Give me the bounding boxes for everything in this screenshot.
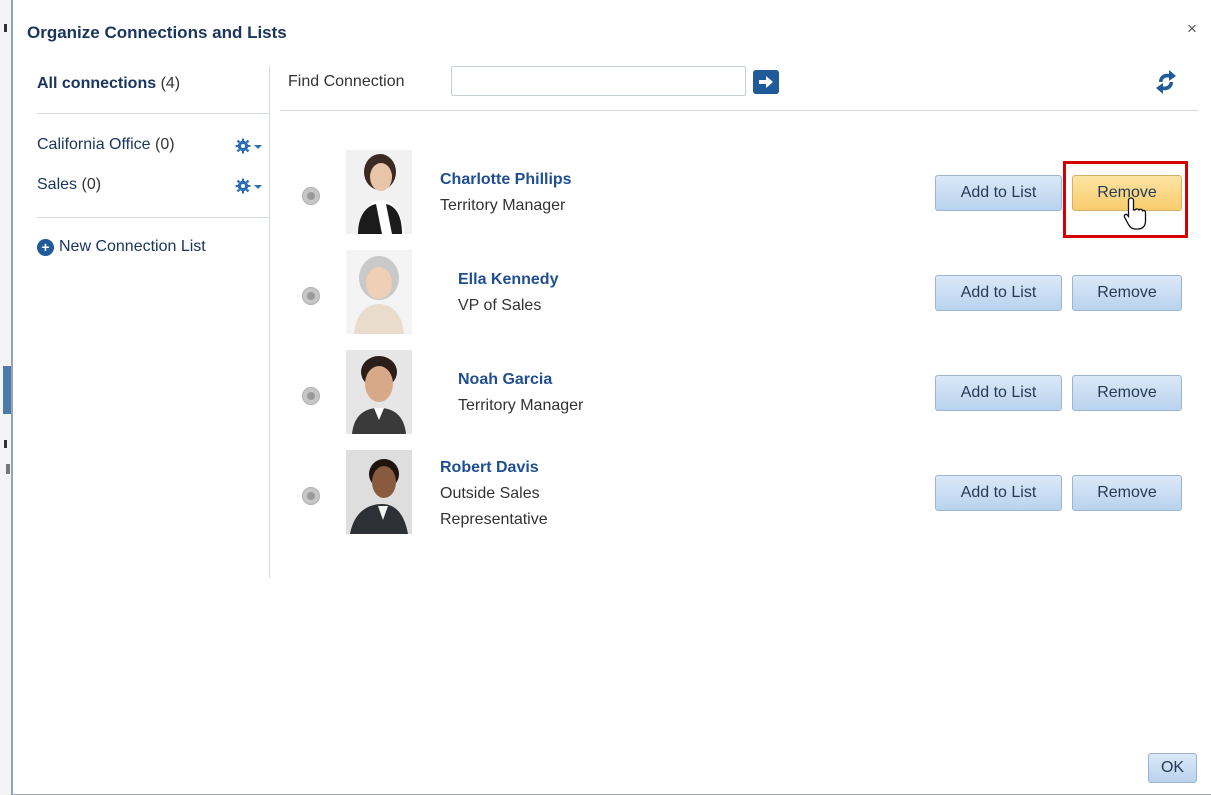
- sidebar-item-count: (0): [81, 176, 102, 193]
- add-to-list-button[interactable]: Add to List: [935, 475, 1062, 511]
- connection-title: Territory Manager: [458, 397, 584, 414]
- add-to-list-button[interactable]: Add to List: [935, 275, 1062, 311]
- divider: [280, 110, 1198, 111]
- sidebar-item-label: California Office: [37, 136, 151, 153]
- avatar: [346, 150, 412, 234]
- background-page-edge: [0, 0, 12, 795]
- select-radio[interactable]: [302, 187, 320, 205]
- close-icon[interactable]: ×: [1187, 20, 1197, 37]
- connection-title: Outside Sales Representative: [440, 485, 548, 528]
- connection-name[interactable]: Noah Garcia: [458, 371, 552, 389]
- avatar: [346, 350, 412, 434]
- select-radio[interactable]: [302, 487, 320, 505]
- find-connection-label: Find Connection: [288, 73, 405, 90]
- ok-button[interactable]: OK: [1148, 753, 1197, 783]
- background-mark: [4, 440, 7, 448]
- sidebar-item-california-office[interactable]: California Office (0): [37, 136, 175, 154]
- sidebar-item-label: Sales: [37, 176, 78, 193]
- connection-row: Charlotte Phillips Territory Manager Add…: [280, 150, 1198, 240]
- background-mark: [4, 24, 7, 32]
- divider: [37, 113, 269, 114]
- remove-button[interactable]: Remove: [1072, 275, 1182, 311]
- connection-title: Territory Manager: [440, 197, 566, 214]
- sidebar-item-sales[interactable]: Sales (0): [37, 176, 101, 194]
- avatar: [346, 250, 412, 334]
- connection-row: Robert Davis Outside Sales Representativ…: [280, 450, 1198, 540]
- remove-button[interactable]: Remove: [1072, 375, 1182, 411]
- organize-connections-dialog: Organize Connections and Lists × All con…: [12, 0, 1211, 795]
- sidebar-item-count: (4): [160, 75, 181, 92]
- connection-lists-sidebar: All connections (4) California Office (0…: [13, 66, 270, 578]
- sidebar-item-label: All connections: [37, 75, 157, 92]
- gear-icon[interactable]: [235, 178, 265, 194]
- connection-row: Noah Garcia Territory Manager Add to Lis…: [280, 350, 1198, 440]
- search-go-button[interactable]: [753, 70, 779, 94]
- background-mark: [3, 366, 11, 414]
- new-connection-list-link[interactable]: + New Connection List: [37, 238, 206, 256]
- select-radio[interactable]: [302, 387, 320, 405]
- connection-name[interactable]: Robert Davis: [440, 459, 539, 477]
- new-connection-list-label: New Connection List: [59, 238, 206, 255]
- dialog-title: Organize Connections and Lists: [27, 23, 287, 42]
- background-mark: [6, 464, 10, 474]
- connection-title: VP of Sales: [458, 297, 542, 314]
- find-connection-input[interactable]: [451, 66, 746, 96]
- gear-icon[interactable]: [235, 138, 265, 154]
- avatar: [346, 450, 412, 534]
- connection-row: Ella Kennedy VP of Sales Add to List Rem…: [280, 250, 1198, 340]
- sidebar-item-all-connections[interactable]: All connections (4): [37, 75, 180, 93]
- remove-button[interactable]: Remove: [1072, 175, 1182, 211]
- refresh-icon[interactable]: [1153, 68, 1179, 96]
- add-to-list-button[interactable]: Add to List: [935, 175, 1062, 211]
- sidebar-item-count: (0): [154, 136, 175, 153]
- connection-name[interactable]: Charlotte Phillips: [440, 171, 572, 189]
- add-to-list-button[interactable]: Add to List: [935, 375, 1062, 411]
- remove-button[interactable]: Remove: [1072, 475, 1182, 511]
- divider: [37, 217, 269, 218]
- plus-circle-icon: +: [37, 238, 54, 256]
- connection-name[interactable]: Ella Kennedy: [458, 271, 558, 289]
- select-radio[interactable]: [302, 287, 320, 305]
